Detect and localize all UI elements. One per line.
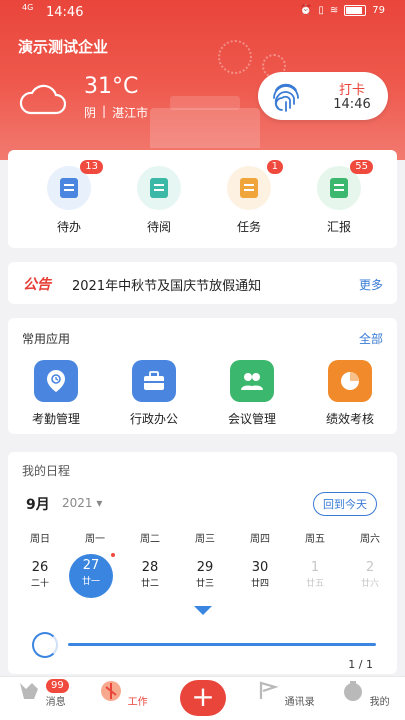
quick-item-report[interactable]: 55 汇报 <box>309 160 373 235</box>
firework-decoration <box>218 40 252 74</box>
status-bar: 4G 14:46 ⏰ ▯ ≋ 79 <box>0 0 405 26</box>
contacts-icon <box>260 681 280 699</box>
messages-badge: 99 <box>46 679 69 693</box>
calendar-day[interactable]: 29 廿三 <box>182 556 228 596</box>
header-banner: 4G 14:46 ⏰ ▯ ≋ 79 演示测试企业 31°C 阴 | 湛江市 打卡 <box>0 0 405 160</box>
app-label: 绩效考核 <box>325 412 374 426</box>
calendar-day[interactable]: 30 廿四 <box>237 556 283 596</box>
quick-item-todo[interactable]: 13 待办 <box>39 160 103 235</box>
quick-item-label: 待阅 <box>146 220 171 234</box>
meeting-icon <box>230 360 274 402</box>
calendar-day-selected[interactable]: 27 廿一 <box>69 554 113 598</box>
app-label: 考勤管理 <box>31 412 80 426</box>
report-badge: 55 <box>350 160 373 174</box>
notice-more-link[interactable]: 更多 <box>359 276 383 293</box>
company-name[interactable]: 演示测试企业 <box>18 36 108 57</box>
calendar-day[interactable]: 1 廿五 <box>292 556 338 596</box>
building-roof-decoration <box>170 96 240 110</box>
app-attendance[interactable]: 考勤管理 <box>18 360 94 427</box>
app-label: 会议管理 <box>227 412 276 426</box>
quick-item-task[interactable]: 1 任务 <box>219 160 283 235</box>
clock-in-button[interactable]: 打卡 14:46 <box>258 72 388 120</box>
temperature: 31°C <box>84 74 139 99</box>
apps-all-link[interactable]: 全部 <box>359 330 383 347</box>
app-meeting[interactable]: 会议管理 <box>214 360 290 427</box>
task-icon <box>240 178 258 198</box>
battery-level: 79 <box>372 5 385 16</box>
tab-label: 消息 <box>45 697 66 708</box>
divider: | <box>102 104 107 118</box>
weekday-label: 周三 <box>195 534 215 545</box>
tab-label: 通讯录 <box>284 697 315 708</box>
attendance-icon <box>34 360 78 402</box>
task-badge: 1 <box>266 160 283 174</box>
briefcase-icon <box>132 360 176 402</box>
alarm-icon: ⏰ <box>299 5 313 16</box>
weekday-label: 周四 <box>250 534 270 545</box>
quick-item-label: 待办 <box>56 220 81 234</box>
status-time: 14:46 <box>46 5 84 20</box>
report-icon <box>330 178 348 198</box>
tab-mine[interactable]: 我的 <box>330 679 400 708</box>
schedule-title: 我的日程 <box>22 464 71 478</box>
calendar-day[interactable]: 28 廿二 <box>127 556 173 596</box>
wifi-icon: ≋ <box>329 5 339 16</box>
read-icon <box>150 178 168 198</box>
battery-icon <box>344 5 367 16</box>
schedule-pager: 1 / 1 <box>348 658 373 671</box>
event-dot <box>111 553 115 557</box>
quick-actions-card: 13 待办 待阅 1 任务 55 汇报 <box>8 150 397 248</box>
fingerprint-icon <box>273 83 299 112</box>
tab-messages[interactable]: 消息 99 <box>6 679 76 708</box>
tab-label: 工作 <box>127 697 148 708</box>
notice-text[interactable]: 2021年中秋节及国庆节放假通知 <box>72 275 261 294</box>
calendar-day[interactable]: 2 廿六 <box>347 556 393 596</box>
weekday-label: 周日 <box>30 534 50 545</box>
tab-contacts[interactable]: 通讯录 <box>250 679 320 708</box>
quick-item-read[interactable]: 待阅 <box>129 166 189 235</box>
quick-item-label: 汇报 <box>326 220 351 234</box>
app-admin-office[interactable]: 行政办公 <box>116 360 192 427</box>
notice-tag: 公告 <box>23 277 51 293</box>
tab-label: 我的 <box>369 697 390 708</box>
clock-in-time: 14:46 <box>333 97 371 112</box>
todo-badge: 13 <box>80 160 103 174</box>
weather-condition: 阴 <box>84 106 97 120</box>
quick-item-label: 任务 <box>236 220 261 234</box>
weekday-label: 周六 <box>360 534 380 545</box>
apps-title: 常用应用 <box>22 332 71 346</box>
schedule-month: 9月 <box>26 497 50 513</box>
vibrate-icon: ▯ <box>318 5 324 16</box>
weekday-label: 周二 <box>140 534 160 545</box>
cloud-icon <box>19 84 66 115</box>
signal-icon: 4G <box>22 3 34 12</box>
todo-icon <box>60 178 78 198</box>
add-button[interactable]: + <box>180 680 226 716</box>
city: 湛江市 <box>112 106 149 120</box>
calendar-day[interactable]: 26 二十 <box>17 556 63 596</box>
weekday-label: 周五 <box>305 534 325 545</box>
tab-work[interactable]: 工作 <box>88 679 158 708</box>
profile-icon <box>344 681 363 701</box>
back-to-today-button[interactable]: 回到今天 <box>313 492 377 516</box>
clock-in-label: 打卡 <box>338 83 365 98</box>
app-label: 行政办公 <box>129 412 178 426</box>
schedule-progress-line <box>68 643 376 646</box>
loading-spinner-icon <box>32 632 58 658</box>
building-decoration <box>150 108 260 148</box>
expand-calendar-icon[interactable] <box>194 606 212 615</box>
app-performance[interactable]: 绩效考核 <box>312 360 388 427</box>
common-apps-card: 常用应用 全部 考勤管理 行政办公 会议管理 绩效考核 <box>8 318 397 434</box>
notice-bar[interactable]: 公告 2021年中秋节及国庆节放假通知 更多 <box>8 262 397 304</box>
pie-chart-icon <box>328 360 372 402</box>
year-selector[interactable]: 2021 ▾ <box>62 496 102 510</box>
schedule-card: 我的日程 9月 2021 ▾ 回到今天 周日 周一 周二 周三 周四 周五 周六… <box>8 452 397 674</box>
work-icon <box>101 681 122 701</box>
weekday-label: 周一 <box>85 534 105 545</box>
caret-down-icon: ▾ <box>96 496 103 510</box>
message-icon <box>20 683 39 699</box>
